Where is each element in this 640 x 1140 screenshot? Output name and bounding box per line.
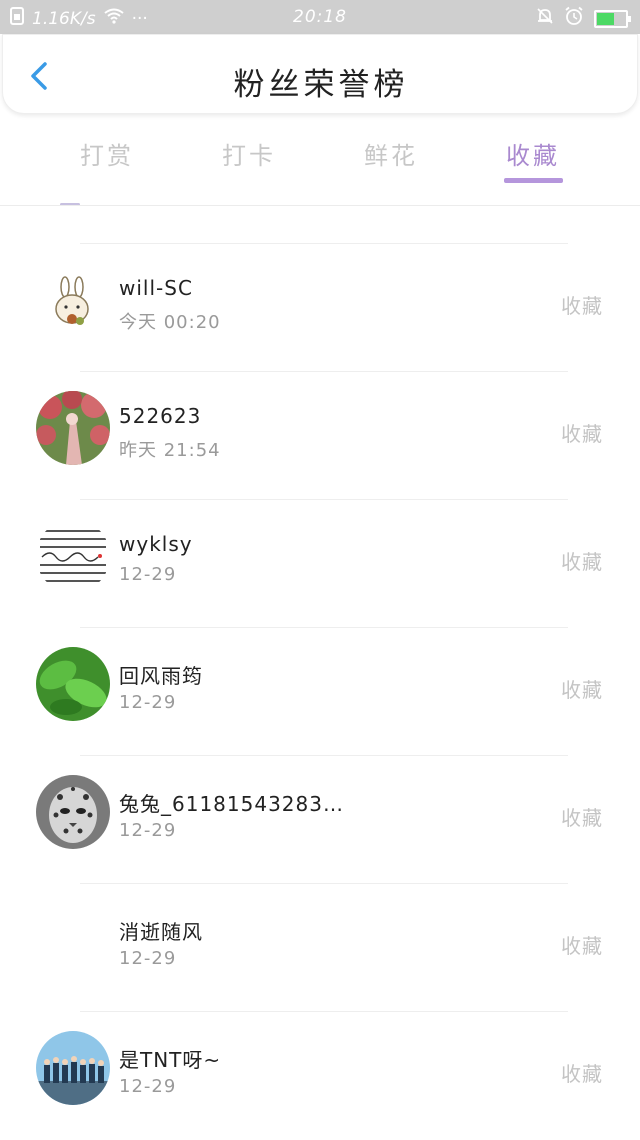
status-bar: 1.16K/s ··· 20:18 [0, 0, 640, 34]
favorite-label: 收藏 [561, 678, 603, 702]
list-item[interactable]: 是TNT呀~ 12-29 收藏 [0, 1011, 640, 1140]
alarm-icon [564, 6, 584, 31]
list-item[interactable]: wyklsy 12-29 收藏 [0, 499, 640, 628]
list-item[interactable]: 522623 昨天 21:54 收藏 [0, 371, 640, 500]
divider [80, 1011, 568, 1012]
tab-flowers[interactable]: 鲜花 [364, 136, 418, 171]
divider [80, 627, 568, 628]
favorite-time: 12-29 [119, 1076, 177, 1097]
divider [80, 883, 568, 884]
blank-avatar[interactable] [36, 903, 110, 977]
list-item[interactable]: will-SC 今天 00:20 收藏 [0, 243, 640, 372]
divider [80, 755, 568, 756]
favorite-label: 收藏 [561, 806, 603, 830]
group-photo-avatar[interactable] [36, 1031, 110, 1105]
leopard-avatar[interactable] [36, 775, 110, 849]
tab-bar: 打赏 打卡 鲜花 收藏 [0, 126, 640, 188]
favorite-time: 12-29 [119, 564, 177, 585]
tab-reward[interactable]: 打赏 [80, 136, 134, 171]
active-tab-indicator [504, 178, 563, 183]
header-bar: 粉丝荣誉榜 [2, 34, 638, 114]
favorite-time: 昨天 21:54 [119, 440, 221, 461]
list-item[interactable]: 消逝随风 12-29 收藏 [0, 883, 640, 1012]
status-right [536, 6, 631, 31]
striped-i-love-you-avatar[interactable] [36, 519, 110, 593]
favorite-time: 今天 00:20 [119, 312, 221, 333]
bell-mute-icon [536, 7, 554, 30]
favorite-label: 收藏 [561, 1062, 603, 1086]
user-name: 消逝随风 [119, 920, 203, 944]
divider [0, 205, 640, 206]
favorite-time: 12-29 [119, 948, 177, 969]
user-name: 兔兔_61181543283… [119, 792, 344, 816]
flower-path-avatar[interactable] [36, 391, 110, 465]
tab-favorites[interactable]: 收藏 [506, 136, 560, 171]
user-name: 回风雨筠 [119, 664, 203, 688]
favorite-label: 收藏 [561, 934, 603, 958]
user-name: will-SC [119, 276, 193, 300]
favorite-label: 收藏 [561, 294, 603, 318]
green-leaf-avatar[interactable] [36, 647, 110, 721]
page-title: 粉丝荣誉榜 [233, 67, 409, 103]
user-name: wyklsy [119, 532, 193, 556]
favorite-label: 收藏 [561, 550, 603, 574]
favorite-time: 12-29 [119, 820, 177, 841]
favorite-time: 12-29 [119, 692, 177, 713]
list-item[interactable]: 兔兔_61181543283… 12-29 收藏 [0, 755, 640, 884]
divider [80, 499, 568, 500]
divider [80, 371, 568, 372]
divider [80, 243, 568, 244]
list-item[interactable]: 回风雨筠 12-29 收藏 [0, 627, 640, 756]
user-name: 是TNT呀~ [119, 1048, 222, 1072]
bunny-doodle-avatar[interactable] [36, 263, 110, 337]
user-name: 522623 [119, 404, 202, 428]
tab-checkin[interactable]: 打卡 [222, 136, 276, 171]
favorite-label: 收藏 [561, 422, 603, 446]
battery-icon [594, 9, 631, 28]
